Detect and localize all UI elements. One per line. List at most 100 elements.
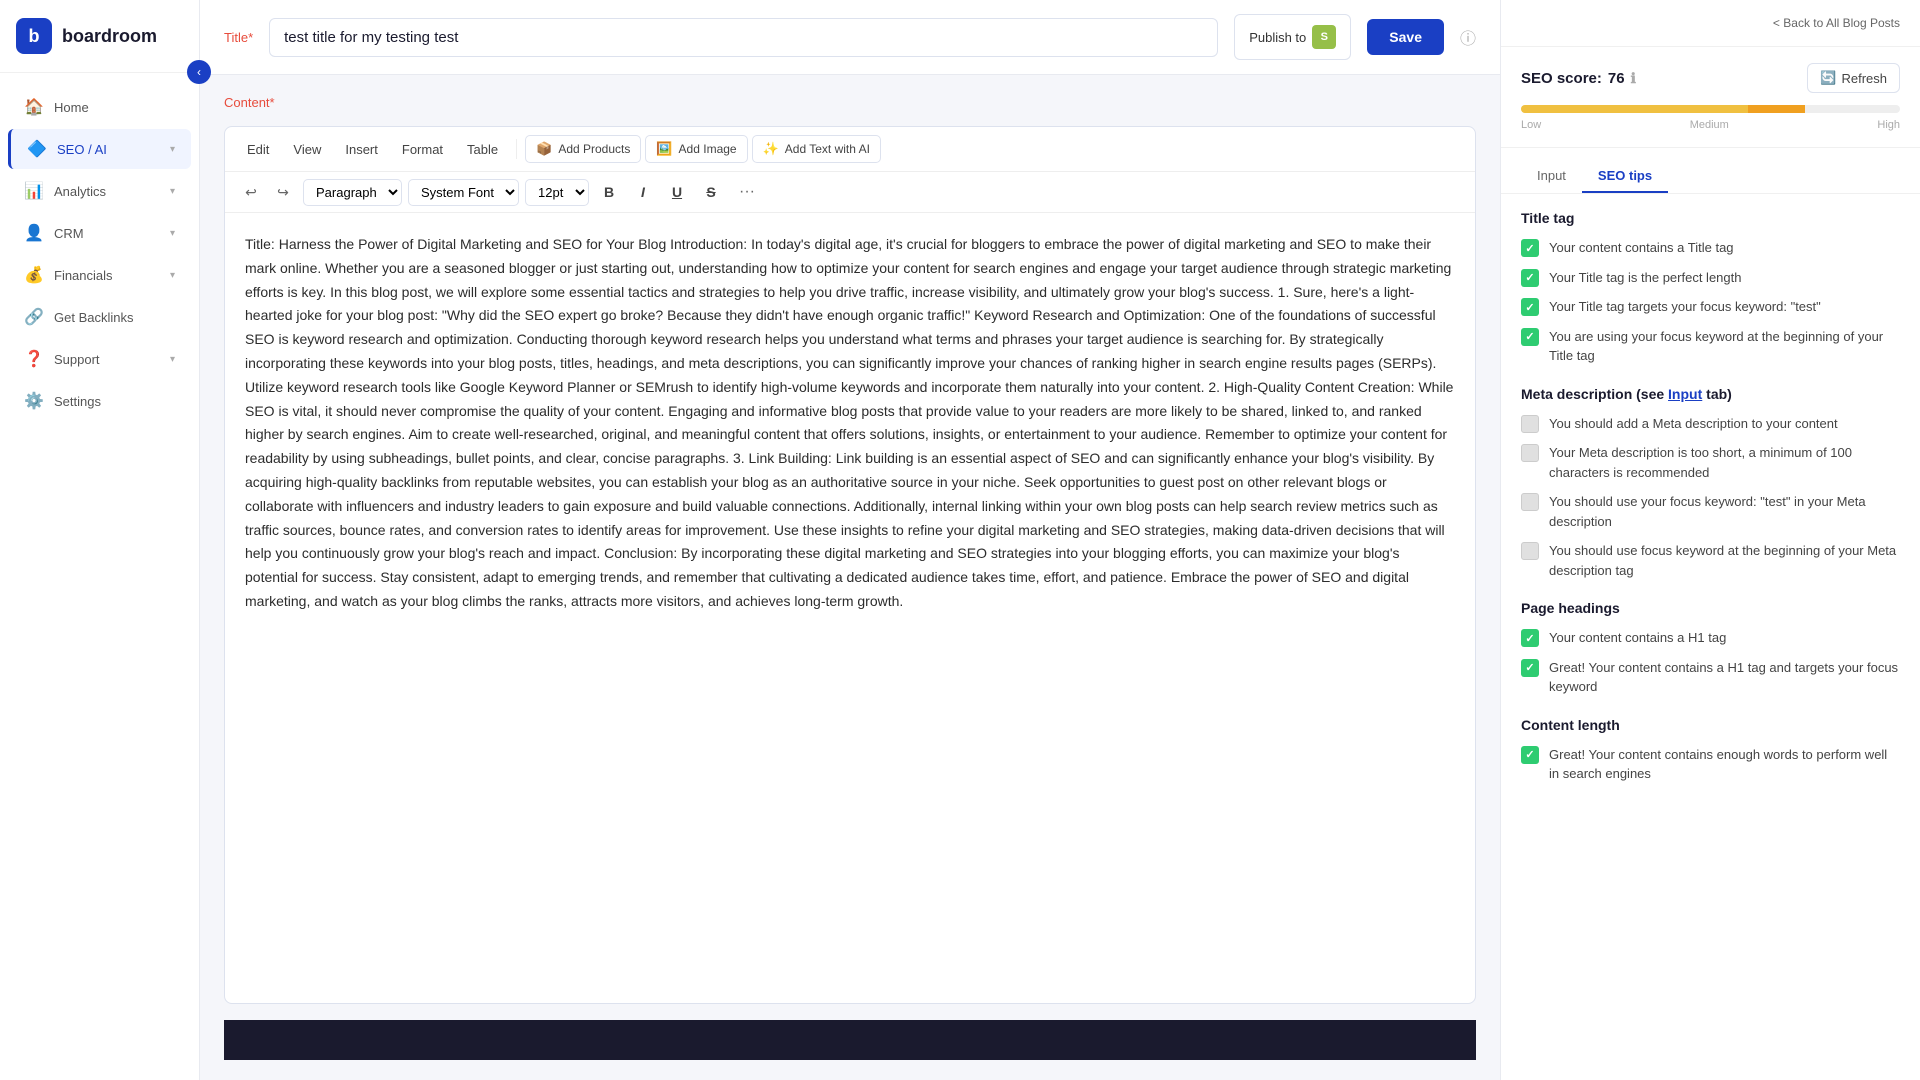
redo-button[interactable]: ↪ bbox=[269, 178, 297, 206]
seo-section-content-length: Content length Great! Your content conta… bbox=[1521, 717, 1900, 784]
input-tab-link[interactable]: Input bbox=[1668, 386, 1702, 402]
seo-section-page-headings: Page headings Your content contains a H1… bbox=[1521, 600, 1900, 697]
add-text-ai-button[interactable]: ✨ Add Text with AI bbox=[752, 135, 881, 163]
sidebar-item-financials[interactable]: 💰 Financials ▾ bbox=[8, 255, 191, 295]
add-products-button[interactable]: 📦 Add Products bbox=[525, 135, 641, 163]
financials-icon: 💰 bbox=[24, 265, 44, 285]
check-icon-green bbox=[1521, 269, 1539, 287]
home-icon: 🏠 bbox=[24, 97, 44, 117]
ai-icon: ✨ bbox=[763, 141, 779, 157]
analytics-icon: 📊 bbox=[24, 181, 44, 201]
menu-insert[interactable]: Insert bbox=[335, 136, 388, 163]
info-icon[interactable]: ⓘ bbox=[1460, 25, 1476, 49]
chevron-down-icon: ▾ bbox=[170, 354, 175, 365]
check-text: You should add a Meta description to you… bbox=[1549, 414, 1838, 434]
undo-button[interactable]: ↩ bbox=[237, 178, 265, 206]
check-icon-green bbox=[1521, 328, 1539, 346]
sidebar-item-seo-ai[interactable]: 🔷 SEO / AI ▾ bbox=[8, 129, 191, 169]
seo-tabs: Input SEO tips bbox=[1501, 148, 1920, 194]
check-text: Your Title tag targets your focus keywor… bbox=[1549, 297, 1821, 317]
editor-menu-toolbar: Edit View Insert Format Table 📦 Add Prod… bbox=[225, 127, 1475, 172]
seo-section-title-tag: Title tag Your content contains a Title … bbox=[1521, 210, 1900, 366]
title-input[interactable] bbox=[269, 18, 1218, 57]
check-icon-green bbox=[1521, 629, 1539, 647]
check-icon-green bbox=[1521, 239, 1539, 257]
font-size-select[interactable]: 12pt 14pt 16pt bbox=[525, 179, 589, 206]
top-bar: Title* Publish to S Save ⓘ bbox=[200, 0, 1500, 75]
editor-wrapper: Content* Edit View Insert Format Table 📦… bbox=[200, 75, 1500, 1080]
logo-text: boardroom bbox=[62, 26, 157, 47]
check-title-targets-keyword: Your Title tag targets your focus keywor… bbox=[1521, 297, 1900, 317]
seo-score-label: SEO score: bbox=[1521, 70, 1602, 87]
publish-button[interactable]: Publish to S bbox=[1234, 14, 1351, 60]
backlinks-icon: 🔗 bbox=[24, 307, 44, 327]
strikethrough-button[interactable]: S bbox=[697, 178, 725, 206]
editor-content-area[interactable]: Title: Harness the Power of Digital Mark… bbox=[225, 213, 1475, 646]
seo-info-icon[interactable]: ℹ bbox=[1631, 70, 1636, 87]
seo-score-section: SEO score: 76 ℹ 🔄 Refresh Low Medium Hig… bbox=[1501, 47, 1920, 148]
undo-redo-group: ↩ ↪ bbox=[237, 178, 297, 206]
check-add-meta: You should add a Meta description to you… bbox=[1521, 414, 1900, 434]
right-panel-top: < Back to All Blog Posts bbox=[1501, 0, 1920, 47]
tab-seo-tips[interactable]: SEO tips bbox=[1582, 160, 1668, 193]
add-image-button[interactable]: 🖼️ Add Image bbox=[645, 135, 747, 163]
chevron-down-icon: ▾ bbox=[170, 228, 175, 239]
check-meta-too-short: Your Meta description is too short, a mi… bbox=[1521, 443, 1900, 482]
editor-paragraph[interactable]: Title: Harness the Power of Digital Mark… bbox=[245, 233, 1455, 614]
meta-description-section-heading: Meta description (see Input tab) bbox=[1521, 386, 1900, 402]
logo-icon: b bbox=[16, 18, 52, 54]
menu-edit[interactable]: Edit bbox=[237, 136, 279, 163]
seo-score-bar bbox=[1521, 105, 1900, 113]
italic-button[interactable]: I bbox=[629, 178, 657, 206]
seo-score-title: SEO score: 76 ℹ bbox=[1521, 70, 1636, 87]
score-bar-labels: Low Medium High bbox=[1521, 119, 1900, 131]
check-text: You are using your focus keyword at the … bbox=[1549, 327, 1900, 366]
sidebar-item-analytics[interactable]: 📊 Analytics ▾ bbox=[8, 171, 191, 211]
bold-button[interactable]: B bbox=[595, 178, 623, 206]
seo-section-meta-description: Meta description (see Input tab) You sho… bbox=[1521, 386, 1900, 581]
save-button[interactable]: Save bbox=[1367, 19, 1444, 55]
sidebar-item-settings[interactable]: ⚙️ Settings bbox=[8, 381, 191, 421]
publish-label: Publish to bbox=[1249, 30, 1306, 45]
content-field-label: Content* bbox=[224, 95, 1476, 110]
refresh-button[interactable]: 🔄 Refresh bbox=[1807, 63, 1900, 93]
more-options-button[interactable]: ··· bbox=[731, 179, 763, 205]
add-products-icon: 📦 bbox=[536, 141, 552, 157]
paragraph-style-select[interactable]: Paragraph Heading 1 Heading 2 bbox=[303, 179, 402, 206]
check-h1-tag: Your content contains a H1 tag bbox=[1521, 628, 1900, 648]
check-icon-gray bbox=[1521, 444, 1539, 462]
main-area: Title* Publish to S Save ⓘ Content* Edit… bbox=[200, 0, 1500, 1080]
check-icon-gray bbox=[1521, 493, 1539, 511]
score-label-high: High bbox=[1877, 119, 1900, 131]
content-length-section-heading: Content length bbox=[1521, 717, 1900, 733]
check-text: You should use your focus keyword: "test… bbox=[1549, 492, 1900, 531]
check-enough-words: Great! Your content contains enough word… bbox=[1521, 745, 1900, 784]
underline-button[interactable]: U bbox=[663, 178, 691, 206]
check-text: Great! Your content contains enough word… bbox=[1549, 745, 1900, 784]
refresh-icon: 🔄 bbox=[1820, 70, 1836, 86]
logo-container: b boardroom bbox=[0, 0, 199, 73]
check-has-title-tag: Your content contains a Title tag bbox=[1521, 238, 1900, 258]
page-headings-section-heading: Page headings bbox=[1521, 600, 1900, 616]
editor-format-toolbar: ↩ ↪ Paragraph Heading 1 Heading 2 System… bbox=[225, 172, 1475, 213]
sidebar-collapse-button[interactable]: ‹ bbox=[187, 60, 211, 84]
score-label-medium: Medium bbox=[1690, 119, 1729, 131]
menu-view[interactable]: View bbox=[283, 136, 331, 163]
check-text: Your Meta description is too short, a mi… bbox=[1549, 443, 1900, 482]
sidebar-item-support[interactable]: ❓ Support ▾ bbox=[8, 339, 191, 379]
font-family-select[interactable]: System Font bbox=[408, 179, 519, 206]
seo-icon: 🔷 bbox=[27, 139, 47, 159]
score-label-low: Low bbox=[1521, 119, 1541, 131]
toolbar-divider bbox=[516, 139, 517, 159]
check-icon-green bbox=[1521, 298, 1539, 316]
back-to-blog-link[interactable]: < Back to All Blog Posts bbox=[1773, 16, 1900, 30]
sidebar-item-crm[interactable]: 👤 CRM ▾ bbox=[8, 213, 191, 253]
check-title-perfect-length: Your Title tag is the perfect length bbox=[1521, 268, 1900, 288]
sidebar-item-home[interactable]: 🏠 Home bbox=[8, 87, 191, 127]
add-image-label: Add Image bbox=[679, 142, 737, 156]
menu-table[interactable]: Table bbox=[457, 136, 508, 163]
tab-input[interactable]: Input bbox=[1521, 160, 1582, 193]
check-icon-gray bbox=[1521, 542, 1539, 560]
menu-format[interactable]: Format bbox=[392, 136, 453, 163]
sidebar-item-backlinks[interactable]: 🔗 Get Backlinks bbox=[8, 297, 191, 337]
